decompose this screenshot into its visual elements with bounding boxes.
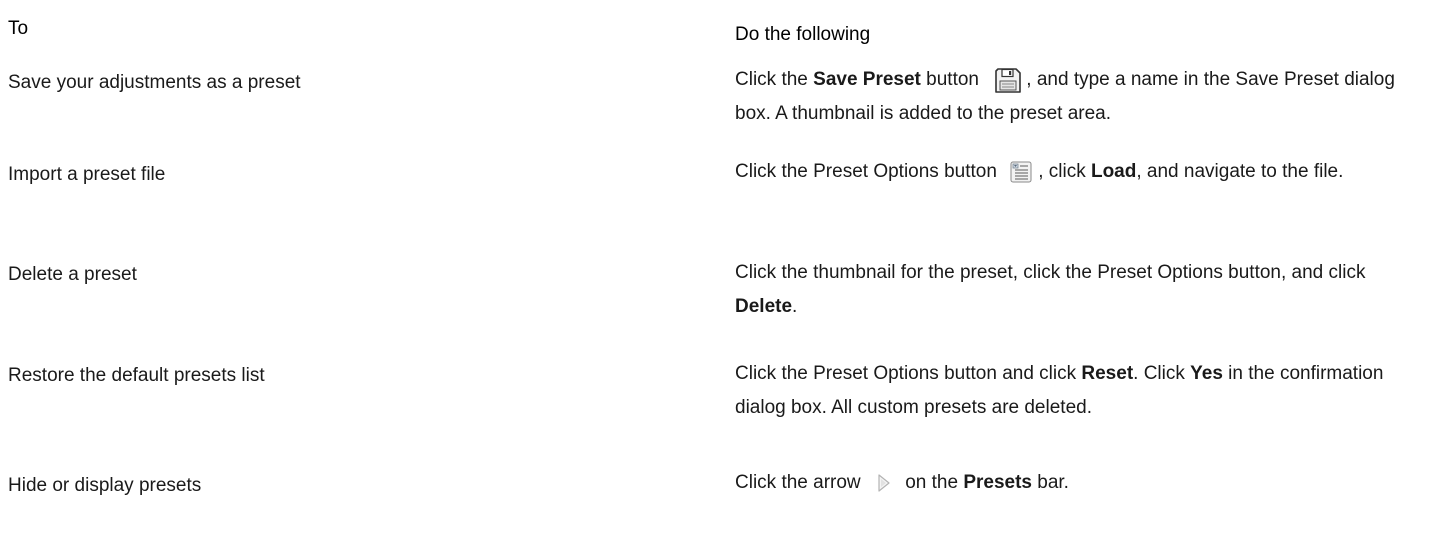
- row-to: Save your adjustments as a preset: [8, 72, 301, 93]
- text: bar.: [1031, 472, 1069, 493]
- text: . Click: [1133, 363, 1191, 384]
- row-do: Click the Preset Options button , click …: [735, 155, 1400, 189]
- row-to: Delete a preset: [8, 264, 137, 285]
- arrow-icon: [874, 472, 894, 494]
- row-do: Click the thumbnail for the preset, clic…: [735, 256, 1400, 324]
- ui-term-reset: Reset: [1081, 363, 1134, 384]
- text: Click the Preset Options button: [735, 161, 1003, 182]
- text: Click the arrow: [735, 472, 866, 493]
- table-header: To Do the following: [8, 0, 1428, 45]
- text: Click the thumbnail for the preset, clic…: [735, 262, 1366, 283]
- row-do: Click the Save Preset button , and type …: [735, 63, 1400, 131]
- header-to: To: [8, 18, 29, 39]
- ui-term-load: Load: [1090, 161, 1137, 182]
- save-preset-icon: [994, 66, 1022, 94]
- text: Click the: [735, 69, 814, 90]
- instructions-table: To Do the following Save your adjustment…: [8, 0, 1428, 496]
- header-do: Do the following: [735, 24, 871, 45]
- ui-term-save-preset: Save Preset: [813, 69, 921, 90]
- row-to: Import a preset file: [8, 164, 166, 185]
- row-to: Hide or display presets: [8, 475, 202, 496]
- row-do: Click the arrow on the Presets bar.: [735, 466, 1400, 500]
- text: on the: [899, 472, 964, 493]
- text: button: [920, 69, 985, 90]
- row-do: Click the Preset Options button and clic…: [735, 357, 1400, 425]
- ui-term-presets: Presets: [963, 472, 1032, 493]
- preset-options-icon: [1010, 161, 1032, 183]
- help-page: To Do the following Save your adjustment…: [0, 0, 1439, 538]
- text: , and navigate to the file.: [1136, 161, 1344, 182]
- text: Click the Preset Options button and clic…: [735, 363, 1082, 384]
- ui-term-yes: Yes: [1190, 363, 1223, 384]
- ui-term-delete: Delete: [735, 296, 793, 317]
- text: .: [792, 296, 798, 317]
- text: , click: [1038, 161, 1091, 182]
- row-to: Restore the default presets list: [8, 365, 265, 386]
